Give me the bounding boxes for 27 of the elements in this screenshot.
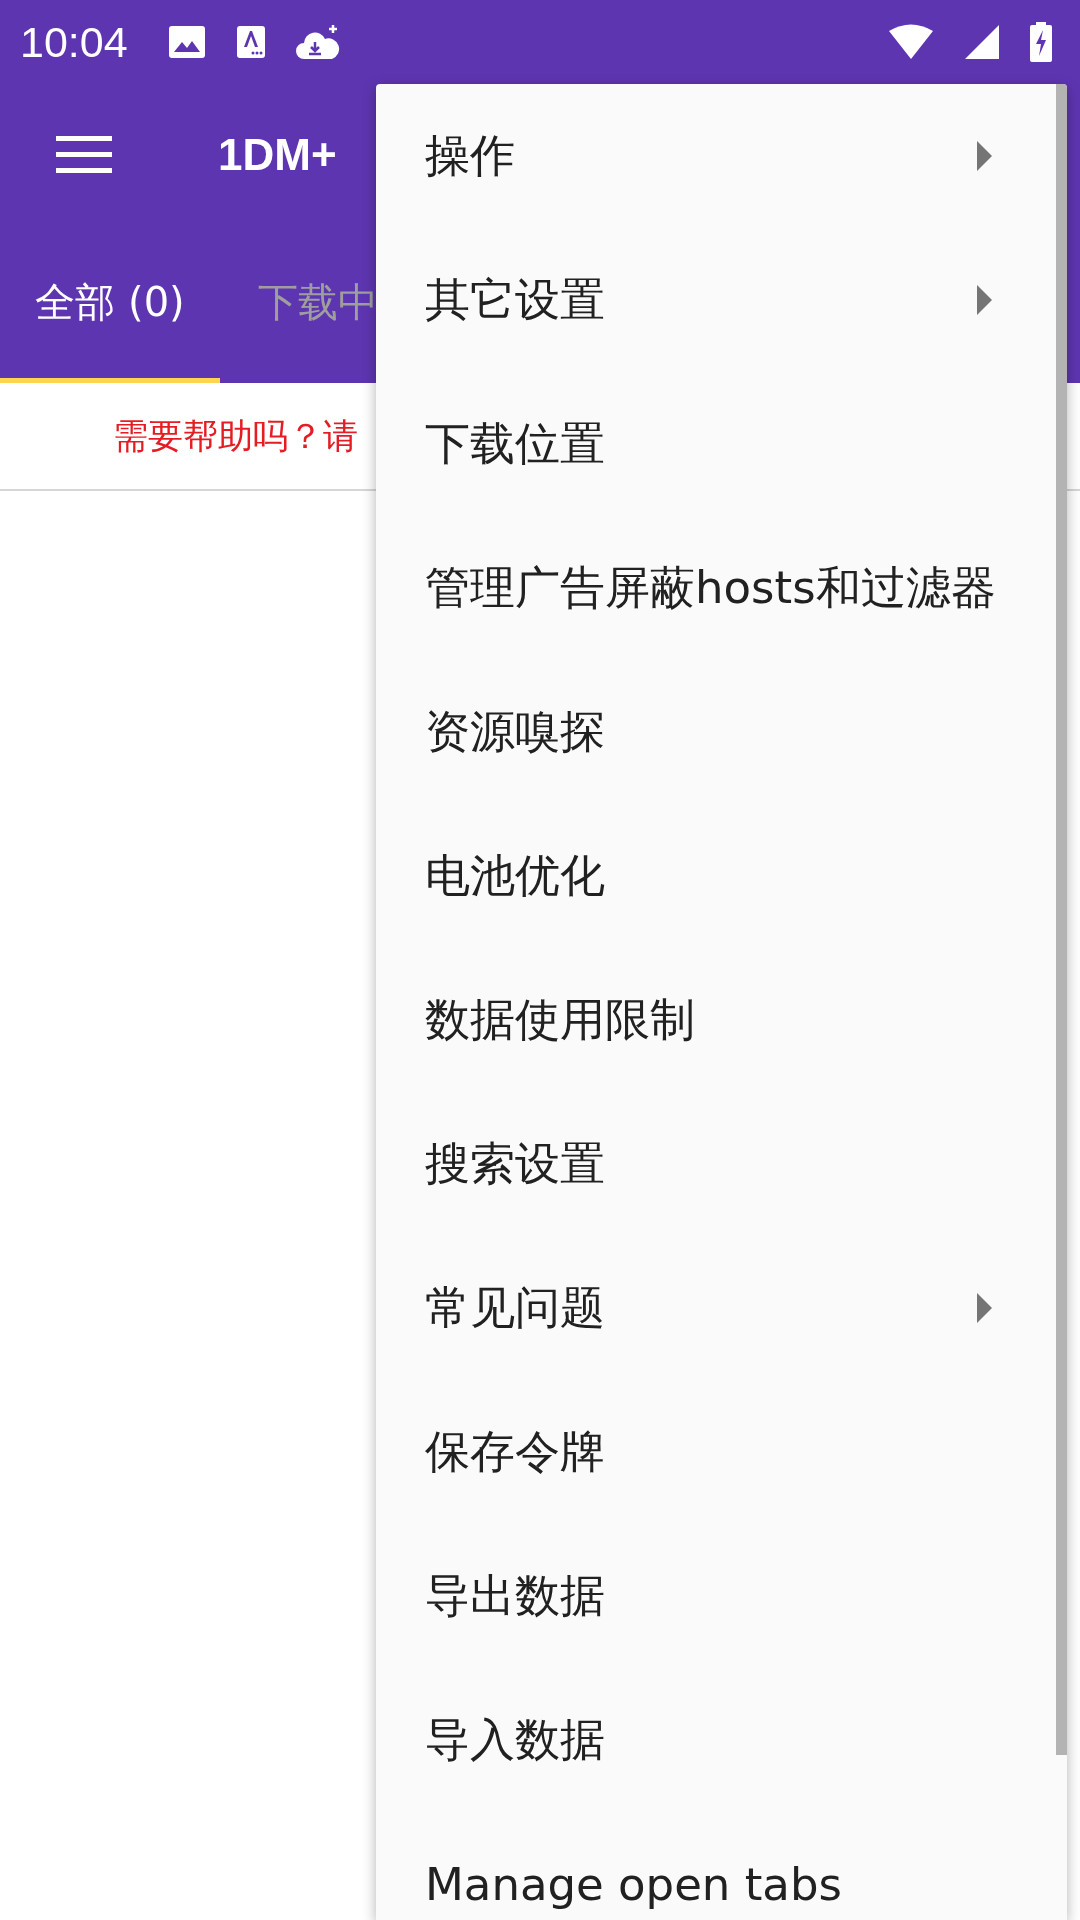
menu-item[interactable]: 搜索设置	[376, 1092, 1056, 1236]
submenu-arrow-icon	[977, 285, 992, 315]
battery-charging-icon	[1030, 22, 1052, 62]
text-card-icon	[235, 25, 266, 59]
menu-item[interactable]: 导入数据	[376, 1668, 1056, 1812]
menu-item[interactable]: 数据使用限制	[376, 948, 1056, 1092]
cloud-download-icon	[295, 23, 340, 61]
menu-item[interactable]: Manage open tabs	[376, 1812, 1056, 1920]
menu-item[interactable]: 操作	[376, 84, 1056, 228]
menu-item[interactable]: 下载位置	[376, 372, 1056, 516]
menu-item[interactable]: 导出数据	[376, 1524, 1056, 1668]
submenu-arrow-icon	[977, 141, 992, 171]
clock: 10:04	[20, 17, 128, 67]
menu-item[interactable]: 管理广告屏蔽hosts和过滤器	[376, 516, 1056, 660]
menu-item[interactable]: 常见问题	[376, 1236, 1056, 1380]
menu-item[interactable]: 其它设置	[376, 228, 1056, 372]
signal-icon	[964, 24, 1000, 60]
menu-icon[interactable]	[56, 136, 112, 174]
menu-item[interactable]: 电池优化	[376, 804, 1056, 948]
app-title: 1DM+	[218, 130, 337, 180]
tab[interactable]: 全部 (0)	[0, 226, 220, 383]
image-icon	[167, 25, 206, 59]
submenu-arrow-icon	[977, 1293, 992, 1323]
help-link[interactable]: 需要帮助吗？请	[113, 412, 358, 460]
menu-item[interactable]: 保存令牌	[376, 1380, 1056, 1524]
menu-item[interactable]: 资源嗅探	[376, 660, 1056, 804]
wifi-icon	[888, 24, 934, 60]
